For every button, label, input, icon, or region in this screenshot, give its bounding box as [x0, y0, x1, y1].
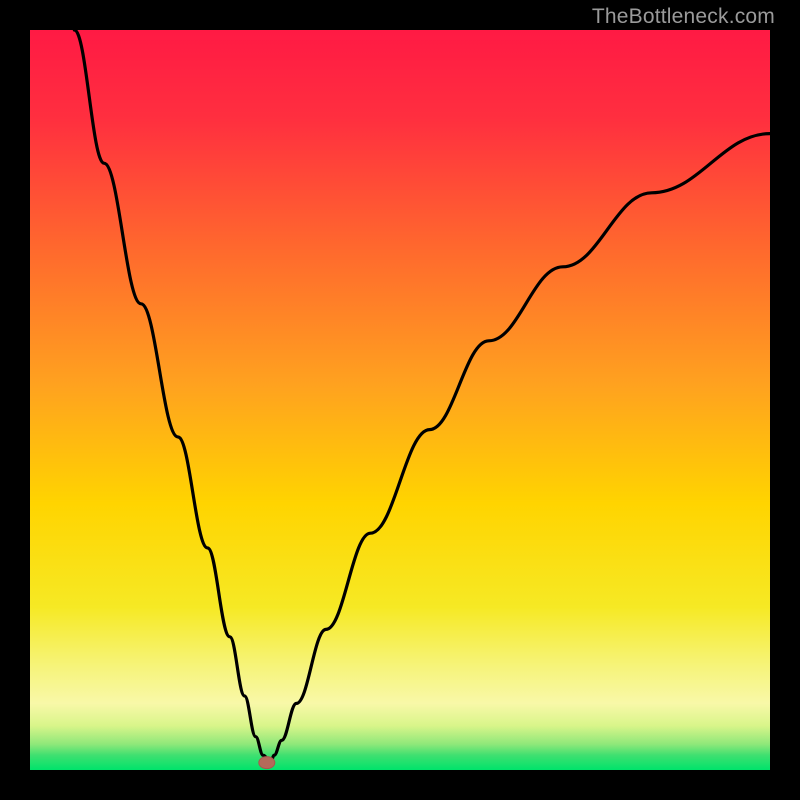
chart-frame: TheBottleneck.com	[0, 0, 800, 800]
plot-background	[30, 30, 770, 770]
chart-svg	[0, 0, 800, 800]
optimum-marker	[259, 757, 275, 769]
watermark-text: TheBottleneck.com	[592, 5, 775, 29]
